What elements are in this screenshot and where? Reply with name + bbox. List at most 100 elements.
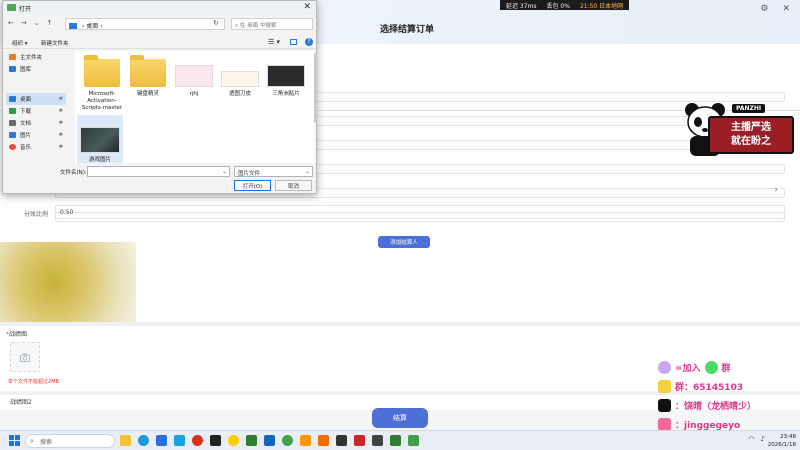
document-icon (9, 120, 16, 126)
file-item[interactable]: 透图刀皮 (217, 71, 263, 98)
chevron-down-icon[interactable]: ⌄ (34, 19, 40, 27)
tiktok-icon (658, 399, 671, 412)
app-icon[interactable] (336, 435, 347, 446)
edge-icon[interactable] (138, 435, 149, 446)
file-list: Microsoft-Activation-Scripts-master 键盘精灵… (75, 51, 315, 163)
wechat-icon (704, 361, 718, 374)
nav-item-label: 主文件夹 (20, 55, 43, 61)
network-readout: 21:50 日本地网 (579, 2, 624, 10)
volume-icon[interactable]: ♪ (761, 435, 765, 443)
dialog-toolbar: 组织 ▾ 新建文件夹 ☰ ▾ ? (3, 35, 316, 49)
close-icon[interactable]: ✕ (303, 2, 311, 12)
up-arrow-icon[interactable]: ↑ (47, 19, 53, 27)
section-gap (0, 322, 800, 326)
promo-sign: 主播严选 就在盼之 (708, 116, 794, 154)
taskbar-search[interactable]: ⌕ 搜索 (25, 434, 115, 448)
dialog-titlebar[interactable]: 打开 ✕ (3, 1, 316, 15)
nav-item-desktop[interactable]: 桌面 ✱ (6, 93, 66, 105)
filename-input[interactable]: ⌄ (87, 166, 230, 177)
chevron-down-icon[interactable]: ⌄ (222, 168, 227, 175)
app-icon[interactable] (372, 435, 383, 446)
filetype-select[interactable]: 图片文件 ⌄ (234, 166, 313, 177)
file-name: 透图刀皮 (228, 91, 251, 97)
qq-icon (658, 380, 671, 393)
file-name: 游戏图片 (88, 157, 111, 163)
pin-icon: ✱ (58, 120, 63, 126)
app-icon[interactable] (228, 435, 239, 446)
file-name: 三角洲贴片 (272, 91, 300, 97)
preview-pane-icon[interactable] (290, 39, 297, 45)
ratio-input[interactable]: 0.50 (55, 205, 785, 219)
app-icon[interactable] (300, 435, 311, 446)
wifi-icon[interactable]: ◠ (748, 435, 754, 443)
app-icon[interactable] (264, 435, 275, 446)
forward-arrow-icon[interactable]: → (21, 19, 27, 27)
file-item[interactable]: 三角洲贴片 (263, 65, 309, 98)
latency-readout: 延迟 37ms (506, 2, 537, 10)
settle-button[interactable]: 结算 (372, 408, 428, 428)
app-icon[interactable] (390, 435, 401, 446)
cancel-button[interactable]: 取消 (275, 180, 312, 191)
view-options-button[interactable]: ☰ ▾ (268, 38, 280, 46)
wechat-app-icon[interactable] (282, 435, 293, 446)
join-suffix: 群 (721, 364, 731, 374)
address-text: 桌面 (86, 23, 99, 30)
promo-line-2: 就在盼之 (731, 136, 771, 147)
chrome-icon[interactable] (192, 435, 203, 446)
file-explorer-icon[interactable] (120, 435, 131, 446)
clock-date: 2026/1/18 (767, 442, 796, 448)
pin-icon: ✱ (58, 132, 63, 138)
download-icon (9, 108, 16, 114)
header-icons: ⚙ ✕ (760, 4, 790, 14)
dialog-search-input[interactable]: ⌕ 在 桌面 中搜索 (231, 18, 313, 30)
nav-item-documents[interactable]: 文档 ✱ (6, 117, 66, 129)
chevron-right-icon[interactable]: › (774, 185, 778, 195)
app-icon[interactable] (318, 435, 329, 446)
store-icon[interactable] (156, 435, 167, 446)
clock-time: 23:48 (780, 434, 796, 440)
folder-icon (84, 55, 120, 87)
social-row-tiktok: ：饶晴（龙栖晴少） (658, 396, 798, 415)
upload-button[interactable] (10, 342, 40, 372)
open-button[interactable]: 打开(O) (234, 180, 271, 191)
nav-item-pictures[interactable]: 图片 ✱ (6, 129, 66, 141)
desktop-icon (9, 96, 16, 102)
file-item[interactable]: 键盘精灵 (125, 55, 171, 98)
search-icon: ⌕ (30, 437, 34, 445)
nav-item-home[interactable]: 主文件夹 (6, 51, 66, 63)
back-arrow-icon[interactable]: ← (8, 19, 14, 27)
file-list-scrollbar[interactable] (314, 53, 317, 123)
panzhi-tag: PANZHI (732, 104, 766, 113)
stream-status-bar: 延迟 37ms 丢包 0% 21:50 日本地网 (500, 0, 630, 10)
add-settler-button[interactable]: 添加结算人 (378, 236, 430, 248)
nav-item-gallery[interactable]: 图库 (6, 63, 66, 75)
qq-app-icon[interactable] (210, 435, 221, 446)
settings-icon[interactable]: ⚙ (760, 4, 768, 14)
help-button[interactable]: ? (305, 38, 313, 46)
app-icon[interactable] (246, 435, 257, 446)
new-folder-button[interactable]: 新建文件夹 (41, 39, 69, 47)
start-button[interactable] (9, 435, 20, 446)
file-item[interactable]: Microsoft-Activation-Scripts-master (79, 55, 125, 112)
taskbar-search-placeholder: 搜索 (40, 439, 53, 446)
app-icon[interactable] (408, 435, 419, 446)
vscode-icon[interactable] (174, 435, 185, 446)
file-item-selected[interactable]: 游戏图片 (77, 115, 123, 163)
refresh-icon[interactable]: ↻ (213, 19, 219, 27)
address-bar[interactable]: › 桌面 › (65, 18, 225, 30)
nav-item-label: 图库 (20, 67, 32, 73)
open-file-dialog: 打开 ✕ ← → ⌄ ↑ › 桌面 › ↻ ⌕ 在 桌面 中搜索 组织 ▾ 新建… (2, 0, 317, 194)
nav-item-music[interactable]: 音乐 ✱ (6, 141, 66, 153)
picture-icon (9, 132, 16, 138)
close-icon[interactable]: ✕ (782, 4, 790, 14)
file-item[interactable]: rjhj (171, 65, 217, 98)
emoji-icon (658, 361, 671, 374)
page-title: 选择结算订单 (380, 25, 435, 35)
dialog-title: 打开 (19, 6, 32, 13)
app-icon[interactable] (354, 435, 365, 446)
file-name: 键盘精灵 (136, 91, 159, 97)
taskbar-clock[interactable]: 23:48 2026/1/18 (768, 433, 796, 449)
nav-item-downloads[interactable]: 下载 ✱ (6, 105, 66, 117)
dialog-app-icon (7, 4, 16, 11)
organize-button[interactable]: 组织 ▾ (12, 39, 28, 47)
